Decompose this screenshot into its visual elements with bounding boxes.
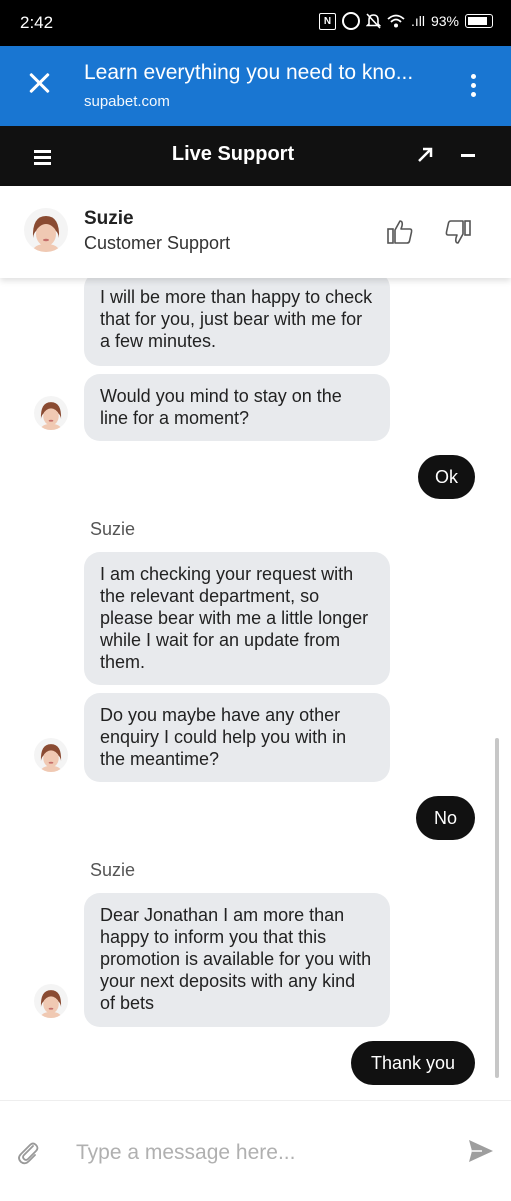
user-message: Thank you <box>351 1041 475 1085</box>
message-input[interactable] <box>66 1133 456 1173</box>
popout-icon[interactable] <box>416 146 434 164</box>
sender-name: Suzie <box>90 519 136 539</box>
mute-icon <box>365 13 381 29</box>
page-url: supabet.com <box>84 93 170 110</box>
agent-message: I will be more than happy to check that … <box>84 278 390 366</box>
battery-percent: 93% <box>430 13 459 29</box>
clock: 2:42 <box>20 13 54 32</box>
avatar <box>34 738 68 772</box>
nfc-icon: N <box>318 12 336 30</box>
thumbs-up-icon[interactable] <box>386 219 414 245</box>
attach-icon[interactable] <box>16 1139 40 1165</box>
status-icons: N .ıll 93% <box>318 12 493 30</box>
avatar <box>34 984 68 1018</box>
agent-message: Would you mind to stay on the line for a… <box>84 374 390 441</box>
agent-role: Customer Support <box>84 233 231 253</box>
more-vert-icon[interactable] <box>471 74 477 101</box>
agent-message: Dear Jonathan I am more than happy to in… <box>84 893 390 1027</box>
sender-name: Suzie <box>90 860 136 880</box>
minimize-icon[interactable] <box>461 154 475 157</box>
avatar <box>24 208 68 252</box>
user-message: Ok <box>418 455 475 499</box>
avatar <box>34 396 68 430</box>
send-icon[interactable] <box>468 1139 494 1163</box>
user-message: No <box>416 796 475 840</box>
agent-message: Do you maybe have any other enquiry I co… <box>84 693 390 782</box>
page-title: Learn everything you need to kno... <box>84 61 414 84</box>
agent-message: I am checking your request with the rele… <box>84 552 390 685</box>
browser-toolbar: Learn everything you need to kno... supa… <box>0 46 511 126</box>
battery-icon <box>465 14 493 28</box>
thumbs-down-icon[interactable] <box>444 219 472 245</box>
close-icon[interactable] <box>24 68 54 98</box>
alarm-icon <box>341 12 360 30</box>
message-composer <box>0 1100 511 1201</box>
chat-title: Live Support <box>171 143 295 165</box>
wifi-icon <box>387 14 405 28</box>
signal-icon: .ıll <box>410 13 425 29</box>
chat-header: Live Support <box>0 126 511 186</box>
agent-name: Suzie <box>84 208 134 229</box>
status-bar: 2:42 N .ıll 93% <box>0 0 511 46</box>
agent-info-bar: Suzie Customer Support <box>0 186 511 278</box>
chat-scrollbar[interactable] <box>495 738 499 1078</box>
chat-transcript[interactable]: I will be more than happy to check that … <box>0 278 511 1100</box>
